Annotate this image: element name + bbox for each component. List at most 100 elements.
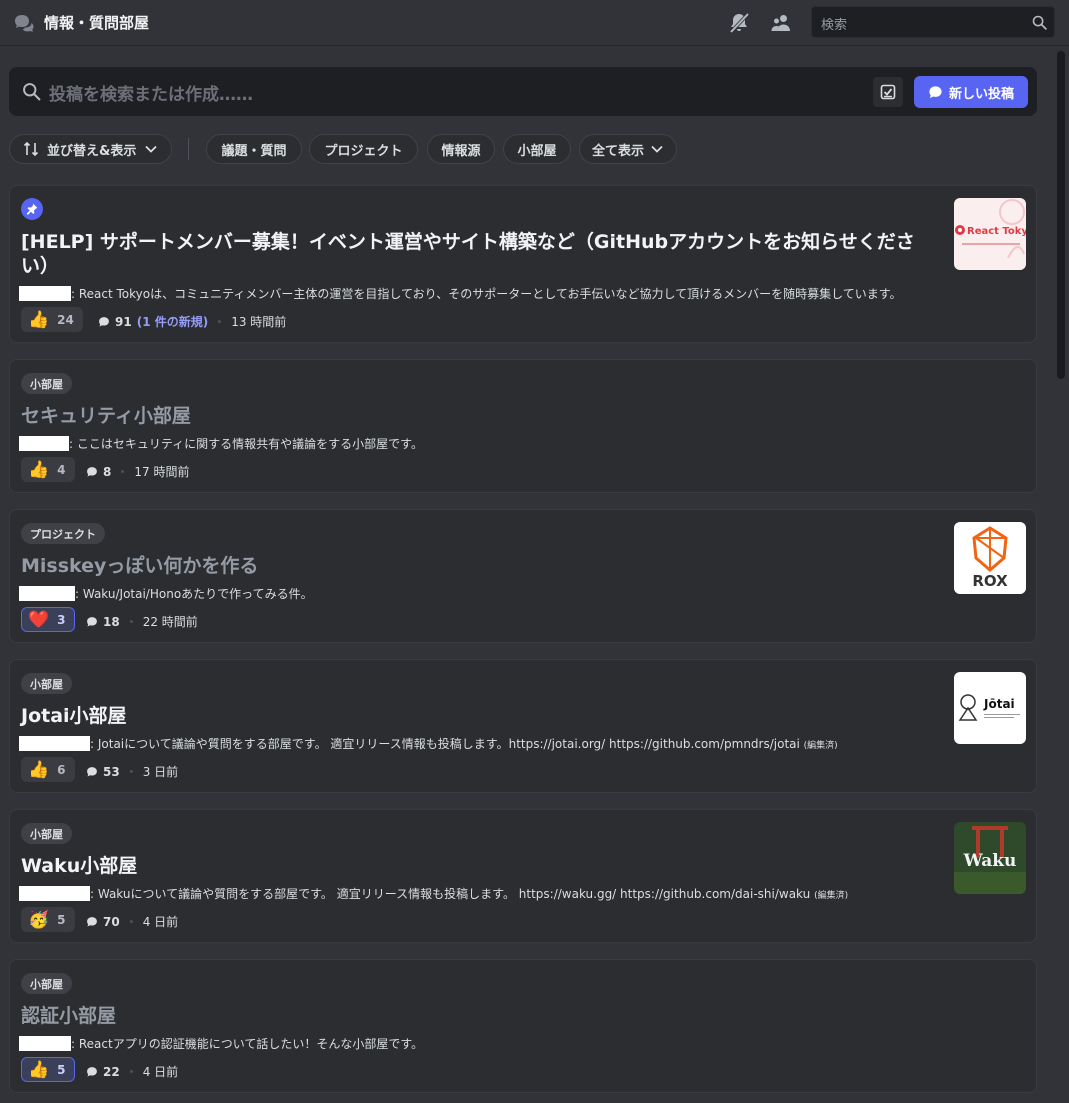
- thumbnail-text: Jōtai: [983, 697, 1015, 711]
- tag-filter-sources[interactable]: 情報源: [427, 134, 495, 164]
- sort-and-view-button[interactable]: 並び替え&表示: [9, 134, 172, 164]
- comment-count: 53: [103, 764, 120, 779]
- reaction-count: 5: [57, 1062, 66, 1077]
- post-time: 13 時間前: [231, 315, 287, 329]
- comment-icon: [87, 766, 97, 776]
- show-all-tags-button[interactable]: 全て表示: [579, 134, 677, 164]
- post-thumbnail[interactable]: React Tokyo: [954, 198, 1026, 270]
- reaction-button[interactable]: 🥳 5: [21, 907, 75, 932]
- tag-filter-project[interactable]: プロジェクト: [309, 134, 418, 164]
- post-meta: 53 3 日前: [86, 763, 178, 780]
- post-preview: : Reactアプリの認証機能について話したい！そんな小部屋です。: [71, 1035, 941, 1052]
- reaction-emoji: 👍: [28, 1059, 50, 1080]
- pin-icon: [26, 203, 38, 215]
- waku-logo: Waku: [954, 822, 1026, 894]
- header-search-input[interactable]: 検索: [811, 6, 1055, 38]
- post-title: Misskeyっぽい何かを作る: [21, 555, 259, 577]
- tag-filter-label: 小部屋: [517, 143, 557, 159]
- reaction-button[interactable]: ❤️ 3: [21, 607, 75, 632]
- meta-separator: [129, 770, 133, 773]
- thumbnail-text: Waku: [963, 851, 1017, 871]
- post-time: 22 時間前: [142, 615, 198, 629]
- redacted-author: [19, 1036, 71, 1051]
- reaction-count: 4: [57, 462, 66, 477]
- new-post-button[interactable]: 新しい投稿: [914, 76, 1028, 108]
- post-preview: : Jotaiについて議論や質問をする部屋です。 適宜リリース情報も投稿します。…: [90, 735, 945, 752]
- media-view-button[interactable]: [873, 77, 903, 107]
- comment-count: 91: [115, 314, 132, 329]
- post-preview-text: : Waku/Jotai/Honoあたりで作ってみる件。: [75, 587, 313, 601]
- tag-filter-small-room[interactable]: 小部屋: [503, 134, 571, 164]
- members-icon[interactable]: [769, 11, 793, 35]
- reaction-count: 3: [57, 612, 66, 627]
- post-card[interactable]: 小部屋 Jotai小部屋 : Jotaiについて議論や質問をする部屋です。 適宜…: [9, 659, 1037, 793]
- post-preview-text: : ここはセキュリティに関する情報共有や議論をする小部屋です。: [69, 437, 423, 451]
- post-thumbnail[interactable]: ROX: [954, 522, 1026, 594]
- comment-icon: [87, 1066, 97, 1076]
- jotai-logo: Jōtai: [958, 694, 1020, 721]
- post-meta: 22 4 日前: [86, 1063, 178, 1080]
- comment-count: 18: [103, 614, 120, 629]
- tag-filter-label: プロジェクト: [324, 143, 403, 159]
- post-thumbnail[interactable]: Jōtai: [954, 672, 1026, 744]
- post-tag: プロジェクト: [21, 523, 105, 544]
- post-card[interactable]: 小部屋 Waku小部屋 : Wakuについて議論や質問をする部屋です。 適宜リリ…: [9, 809, 1037, 943]
- reaction-button[interactable]: 👍 5: [21, 1057, 75, 1082]
- post-tag: 小部屋: [21, 673, 72, 694]
- post-card[interactable]: 小部屋 セキュリティ小部屋 : ここはセキュリティに関する情報共有や議論をする小…: [9, 359, 1037, 493]
- scrollbar-thumb[interactable]: [1057, 51, 1065, 379]
- post-title: Waku小部屋: [21, 855, 138, 877]
- post-time: 3 日前: [142, 765, 179, 779]
- sort-arrows-icon: [23, 141, 39, 157]
- post-preview-text: : Wakuについて議論や質問をする部屋です。 適宜リリース情報も投稿します。 …: [90, 887, 811, 901]
- chevron-down-icon: [651, 145, 663, 153]
- search-icon: [23, 83, 41, 101]
- tag-filter-discussion[interactable]: 議題・質問: [206, 134, 302, 164]
- sort-label: 並び替え&表示: [47, 143, 137, 159]
- post-meta: 91 (1 件の新規) 13 時間前: [98, 313, 286, 330]
- post-title: [HELP] サポートメンバー募集！イベント運営やサイト構築など（GitHubア…: [21, 231, 915, 277]
- redacted-author: [19, 736, 90, 751]
- comment-icon: [99, 316, 109, 326]
- show-all-label: 全て表示: [591, 143, 644, 159]
- reaction-emoji: 👍: [28, 459, 50, 480]
- comment-icon: [87, 916, 97, 926]
- post-preview-text: : React Tokyoは、コミュニティメンバー主体の運営を目指しており、その…: [71, 287, 902, 301]
- post-meta: 70 4 日前: [86, 913, 178, 930]
- pinned-badge: [21, 198, 43, 220]
- reaction-emoji: 👍: [28, 309, 50, 330]
- redacted-author: [19, 586, 75, 601]
- thumbnail-text: React Tokyo: [967, 226, 1026, 237]
- new-post-label: 新しい投稿: [948, 86, 1014, 102]
- reaction-count: 5: [57, 912, 66, 927]
- post-tag: 小部屋: [21, 373, 72, 394]
- reaction-button[interactable]: 👍 6: [21, 757, 75, 782]
- notification-muted-icon[interactable]: [727, 11, 751, 35]
- post-title: セキュリティ小部屋: [21, 405, 191, 427]
- forum-channel-icon: [15, 15, 34, 32]
- post-card[interactable]: 小部屋 認証小部屋 : Reactアプリの認証機能について話したい！そんな小部屋…: [9, 959, 1037, 1093]
- post-search-input[interactable]: 投稿を検索または作成…… 新しい投稿: [9, 67, 1037, 116]
- meta-separator: [218, 320, 222, 323]
- checklist-icon: [880, 84, 896, 100]
- channel-header: 情報・質問部屋 検索: [0, 0, 1069, 46]
- reaction-button[interactable]: 👍 24: [21, 307, 83, 332]
- chevron-down-icon: [145, 145, 157, 153]
- meta-separator: [129, 920, 133, 923]
- rox-logo: ROX: [972, 526, 1008, 590]
- post-preview: : React Tokyoは、コミュニティメンバー主体の運営を目指しており、その…: [71, 285, 941, 302]
- post-thumbnail[interactable]: Waku: [954, 822, 1026, 894]
- filter-divider: [188, 138, 189, 160]
- tag-filter-label: 議題・質問: [221, 143, 287, 159]
- reaction-button[interactable]: 👍 4: [21, 457, 75, 482]
- thumbnail-text: ROX: [972, 572, 1008, 590]
- post-card[interactable]: [HELP] サポートメンバー募集！イベント運営やサイト構築など（GitHubア…: [9, 185, 1037, 343]
- tag-filter-label: 情報源: [441, 143, 481, 159]
- reaction-count: 6: [57, 762, 66, 777]
- new-comments-link[interactable]: (1 件の新規): [137, 313, 209, 330]
- comment-icon: [87, 616, 97, 626]
- chat-bubble-icon: [929, 85, 942, 98]
- post-card[interactable]: プロジェクト Misskeyっぽい何かを作る : Waku/Jotai/Hono…: [9, 509, 1037, 643]
- search-icon: [1032, 15, 1047, 30]
- post-title: Jotai小部屋: [21, 705, 127, 727]
